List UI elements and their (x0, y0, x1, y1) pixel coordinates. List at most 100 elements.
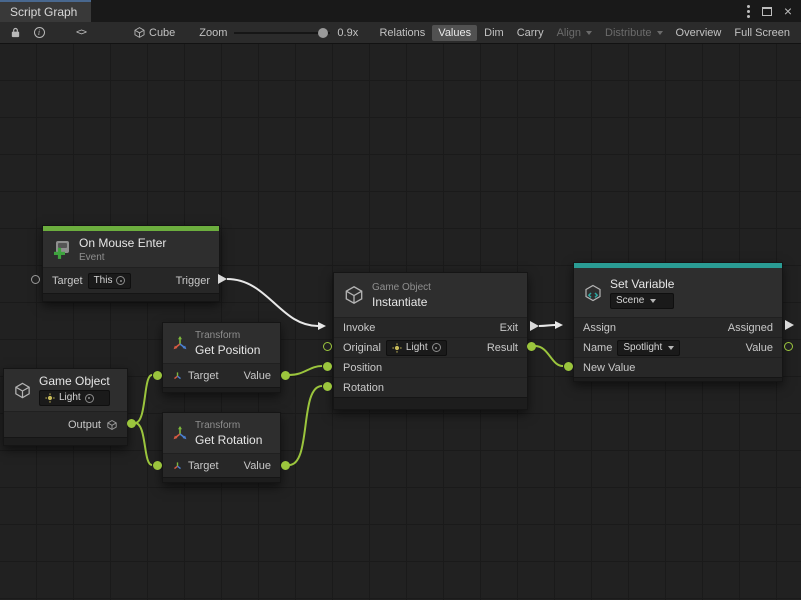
node-category: Transform (195, 330, 260, 341)
light-output-out-port[interactable] (127, 419, 136, 428)
zoom-label: Zoom (199, 27, 227, 39)
wire-trigger-to-invoke[interactable] (227, 279, 318, 326)
variable-name-dropdown[interactable]: Spotlight (617, 340, 680, 356)
light-object-field[interactable]: Light (39, 390, 110, 406)
node-subtitle: Event (79, 252, 166, 263)
fullscreen-button[interactable]: Full Screen (728, 25, 796, 41)
original-in-port[interactable] (323, 342, 332, 351)
result-port-label: Result (487, 342, 518, 354)
original-result-row: Original Light Result (334, 337, 527, 357)
variable-scope-dropdown[interactable]: Scene (610, 293, 674, 309)
variable-name-value: Spotlight (623, 342, 662, 354)
target-port-label: Target (188, 460, 219, 472)
info-icon[interactable]: i (29, 24, 49, 42)
window-tab-bar: Script Graph × (0, 0, 801, 22)
port-row: Target Value (163, 363, 280, 387)
new-value-port-label: New Value (583, 362, 635, 374)
wire-position-value[interactable] (289, 366, 322, 375)
object-picker-icon[interactable] (116, 276, 125, 285)
node-header: Set Variable Scene (574, 268, 782, 317)
exit-out-port[interactable] (530, 321, 539, 331)
trigger-port-label: Trigger (176, 275, 210, 287)
lock-icon[interactable] (5, 24, 25, 42)
node-title: Get Rotation (195, 433, 262, 447)
getposition-value-out-port[interactable] (281, 371, 290, 380)
wire-exit-to-assign[interactable] (539, 325, 555, 326)
rotation-in-port[interactable] (323, 382, 332, 391)
wire-rotation-value[interactable] (289, 386, 322, 465)
value-out-port[interactable] (784, 342, 793, 351)
relations-button[interactable]: Relations (373, 25, 431, 41)
caret-down-icon (586, 31, 592, 35)
zoom-slider[interactable] (234, 27, 330, 39)
new-value-in-port[interactable] (564, 362, 573, 371)
zoom-slider-handle[interactable] (318, 28, 328, 38)
assign-port-label: Assign (583, 322, 616, 334)
distribute-button[interactable]: Distribute (599, 25, 668, 41)
values-button[interactable]: Values (432, 25, 477, 41)
getrotation-value-out-port[interactable] (281, 461, 290, 470)
target-in-port[interactable] (31, 275, 40, 284)
event-port-row: Target This Trigger (43, 267, 219, 293)
position-row: Position (334, 357, 527, 377)
dim-button[interactable]: Dim (478, 25, 510, 41)
target-port-label: Target (52, 275, 83, 287)
kebab-menu-icon[interactable] (747, 10, 750, 13)
node-footer (43, 293, 219, 301)
result-out-port[interactable] (527, 342, 536, 351)
node-category: Game Object (372, 282, 431, 293)
align-button[interactable]: Align (551, 25, 598, 41)
wire-result-to-newvalue[interactable] (535, 346, 563, 366)
output-port-label: Output (68, 419, 101, 431)
graph-target-button[interactable]: Cube (127, 24, 181, 41)
position-in-port[interactable] (323, 362, 332, 371)
node-set-variable[interactable]: Set Variable Scene Assign Assigned Name … (573, 262, 783, 382)
light-object-value: Light (59, 392, 81, 404)
graph-canvas[interactable]: On Mouse Enter Event Target This Trigger (0, 44, 801, 600)
object-picker-icon[interactable] (85, 394, 94, 403)
original-port-label: Original (343, 342, 381, 354)
node-on-mouse-enter[interactable]: On Mouse Enter Event Target This Trigger (42, 225, 220, 302)
carry-button[interactable]: Carry (511, 25, 550, 41)
on-mouse-enter-icon (52, 239, 72, 259)
value-port-label: Value (746, 342, 773, 354)
zoom-control: Zoom 0.9x (199, 27, 358, 39)
node-footer (163, 477, 280, 482)
maximize-icon[interactable] (762, 7, 772, 16)
node-get-variable-light[interactable]: Game Object Light Output (3, 368, 128, 446)
name-port-label: Name (583, 342, 612, 354)
value-port-label: Value (244, 370, 271, 382)
rotation-row: Rotation (334, 377, 527, 397)
invoke-exit-row: Invoke Exit (334, 317, 527, 337)
node-header: Game Object Instantiate (334, 273, 527, 317)
wire-light-to-getrotation[interactable] (135, 423, 152, 465)
node-category: Transform (195, 420, 262, 431)
object-picker-icon[interactable] (432, 343, 441, 352)
node-header: Game Object Light (4, 369, 127, 411)
wire-light-to-getposition[interactable] (135, 375, 152, 423)
info-glyph: i (34, 27, 45, 38)
target-object-field[interactable]: This (88, 273, 132, 289)
original-object-field[interactable]: Light (386, 340, 447, 356)
variable-icon (583, 283, 603, 303)
assigned-out-port[interactable] (785, 320, 794, 330)
node-get-position[interactable]: Transform Get Position Target Value (162, 322, 281, 393)
transform-icon (172, 460, 183, 471)
align-label: Align (557, 27, 581, 39)
assign-row: Assign Assigned (574, 317, 782, 337)
distribute-label: Distribute (605, 27, 651, 39)
overview-button[interactable]: Overview (670, 25, 728, 41)
close-icon[interactable]: × (784, 4, 792, 18)
code-icon[interactable]: <> (71, 24, 91, 42)
cube-icon (343, 284, 365, 306)
invoke-port-label: Invoke (343, 322, 375, 334)
node-get-rotation[interactable]: Transform Get Rotation Target Value (162, 412, 281, 483)
node-instantiate[interactable]: Game Object Instantiate Invoke Exit Orig… (333, 272, 528, 410)
original-object-value: Light (406, 342, 428, 354)
getposition-target-in-port[interactable] (153, 371, 162, 380)
graph-target-label: Cube (149, 27, 175, 39)
position-port-label: Position (343, 362, 382, 374)
getrotation-target-in-port[interactable] (153, 461, 162, 470)
tab-script-graph[interactable]: Script Graph (0, 0, 91, 22)
caret-down-icon (657, 31, 663, 35)
